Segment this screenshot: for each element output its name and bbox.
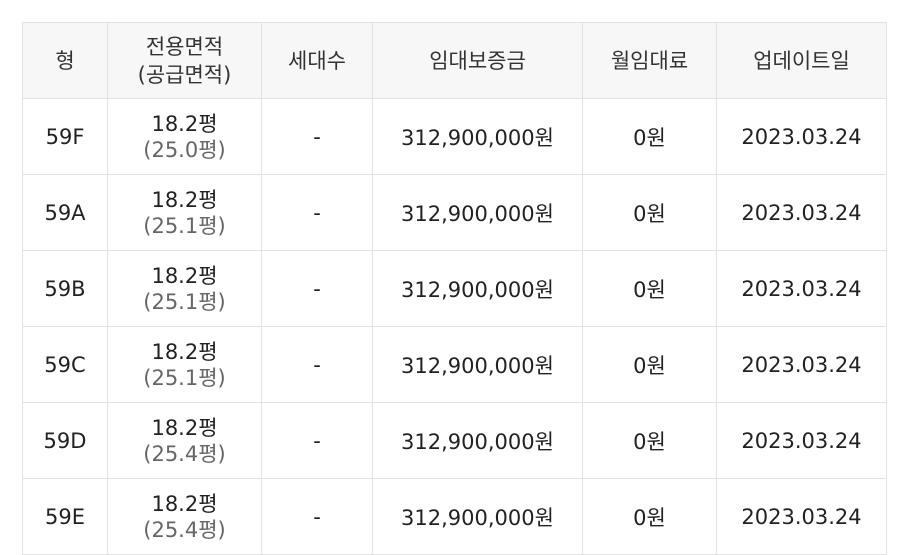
cell-area-supply: (25.1평): [143, 289, 226, 314]
cell-area-exclusive: 18.2평: [151, 187, 218, 212]
table-row: 59B 18.2평 (25.1평) - 312,900,000원 0원 2023…: [22, 250, 887, 327]
cell-deposit: 312,900,000원: [372, 402, 583, 479]
table-row: 59D 18.2평 (25.4평) - 312,900,000원 0원 2023…: [22, 402, 887, 479]
cell-area: 18.2평 (25.1평): [107, 326, 262, 403]
cell-type: 59B: [22, 250, 108, 327]
cell-area: 18.2평 (25.4평): [107, 478, 262, 555]
cell-households: -: [261, 326, 373, 403]
cell-deposit: 312,900,000원: [372, 326, 583, 403]
header-households: 세대수: [261, 22, 373, 99]
cell-area: 18.2평 (25.1평): [107, 174, 262, 251]
table-row: 59C 18.2평 (25.1평) - 312,900,000원 0원 2023…: [22, 326, 887, 403]
cell-type: 59C: [22, 326, 108, 403]
cell-rent: 0원: [582, 478, 717, 555]
cell-rent: 0원: [582, 98, 717, 175]
cell-households: -: [261, 174, 373, 251]
cell-area-supply: (25.1평): [143, 213, 226, 238]
cell-households: -: [261, 402, 373, 479]
header-area-supply: (공급면적): [137, 62, 232, 87]
cell-rent: 0원: [582, 326, 717, 403]
cell-type: 59A: [22, 174, 108, 251]
cell-updated: 2023.03.24: [716, 478, 887, 555]
cell-type: 59D: [22, 402, 108, 479]
header-row: 형 전용면적 (공급면적) 세대수 임대보증금 월임대료 업데이트일: [22, 22, 887, 99]
cell-deposit: 312,900,000원: [372, 478, 583, 555]
cell-area-exclusive: 18.2평: [151, 415, 218, 440]
cell-area-supply: (25.1평): [143, 365, 226, 390]
cell-area: 18.2평 (25.4평): [107, 402, 262, 479]
table-row: 59E 18.2평 (25.4평) - 312,900,000원 0원 2023…: [22, 478, 887, 555]
cell-area-supply: (25.0평): [143, 137, 226, 162]
table-row: 59F 18.2평 (25.0평) - 312,900,000원 0원 2023…: [22, 98, 887, 175]
header-updated: 업데이트일: [716, 22, 887, 99]
cell-rent: 0원: [582, 174, 717, 251]
cell-rent: 0원: [582, 250, 717, 327]
cell-updated: 2023.03.24: [716, 326, 887, 403]
cell-updated: 2023.03.24: [716, 402, 887, 479]
cell-deposit: 312,900,000원: [372, 98, 583, 175]
table-body: 59F 18.2평 (25.0평) - 312,900,000원 0원 2023…: [22, 98, 887, 555]
cell-type: 59E: [22, 478, 108, 555]
cell-updated: 2023.03.24: [716, 98, 887, 175]
table-row: 59A 18.2평 (25.1평) - 312,900,000원 0원 2023…: [22, 174, 887, 251]
cell-area-exclusive: 18.2평: [151, 111, 218, 136]
cell-area-exclusive: 18.2평: [151, 491, 218, 516]
header-area: 전용면적 (공급면적): [107, 22, 262, 99]
cell-households: -: [261, 98, 373, 175]
cell-deposit: 312,900,000원: [372, 174, 583, 251]
cell-area: 18.2평 (25.0평): [107, 98, 262, 175]
cell-updated: 2023.03.24: [716, 174, 887, 251]
cell-households: -: [261, 250, 373, 327]
cell-area: 18.2평 (25.1평): [107, 250, 262, 327]
cell-type: 59F: [22, 98, 108, 175]
cell-updated: 2023.03.24: [716, 250, 887, 327]
header-area-exclusive: 전용면적: [145, 34, 224, 59]
header-deposit: 임대보증금: [372, 22, 583, 99]
cell-rent: 0원: [582, 402, 717, 479]
rental-info-table: 형 전용면적 (공급면적) 세대수 임대보증금 월임대료 업데이트일 59F 1…: [22, 22, 887, 555]
cell-households: -: [261, 478, 373, 555]
header-type: 형: [22, 22, 108, 99]
cell-area-exclusive: 18.2평: [151, 339, 218, 364]
table-header: 형 전용면적 (공급면적) 세대수 임대보증금 월임대료 업데이트일: [22, 22, 887, 99]
cell-deposit: 312,900,000원: [372, 250, 583, 327]
cell-area-supply: (25.4평): [143, 517, 226, 542]
header-rent: 월임대료: [582, 22, 717, 99]
cell-area-supply: (25.4평): [143, 441, 226, 466]
cell-area-exclusive: 18.2평: [151, 263, 218, 288]
